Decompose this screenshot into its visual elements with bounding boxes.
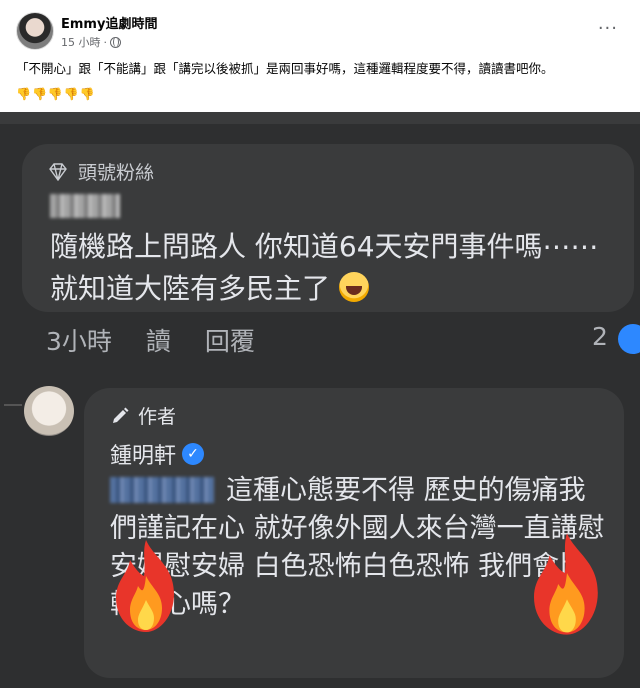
screenshot-top-border xyxy=(0,112,640,124)
laugh-icon xyxy=(338,272,369,302)
meta-separator: · xyxy=(103,35,108,49)
fire-icon xyxy=(534,533,598,635)
post-header: Emmy追劇時間 15 小時 · ··· 「不開心」跟「不能講」跟「講完以後被抓… xyxy=(0,0,640,112)
blurred-mention xyxy=(110,477,214,503)
reaction-count: 2 xyxy=(592,322,608,351)
author-badge-label: 作者 xyxy=(138,406,177,428)
top-fan-badge: 頭號粉絲 xyxy=(48,158,154,185)
post-time[interactable]: 15 小時 xyxy=(61,34,101,50)
verified-icon: ✓ xyxy=(182,443,205,465)
post-emojis: 👎👎👎👎👎 xyxy=(16,87,96,101)
pencil-icon xyxy=(113,407,129,423)
reply-name-row: 鍾明軒 ✓ xyxy=(110,438,205,470)
thread-line xyxy=(4,404,22,406)
read-button: 讀 xyxy=(145,327,171,356)
globe-icon xyxy=(110,36,121,48)
comment-1-body: 隨機路上問路人 你知道64天安門事件嗎⋯⋯ 就知道大陸有多民主了 xyxy=(50,230,599,305)
embedded-screenshot: 頭號粉絲 隨機路上問路人 你知道64天安門事件嗎⋯⋯ 就知道大陸有多民主了 3小… xyxy=(0,112,640,688)
more-options-button[interactable]: ··· xyxy=(598,18,618,39)
post-author[interactable]: Emmy追劇時間 xyxy=(61,13,157,32)
comment-1-actions: 3小時 讀 回覆 xyxy=(46,322,255,358)
post-meta: 15 小時 · xyxy=(61,34,121,50)
author-badge: 作者 xyxy=(110,402,176,429)
blurred-commenter-name xyxy=(50,194,120,218)
fire-icon xyxy=(116,540,174,632)
comment-1-time: 3小時 xyxy=(46,327,112,356)
reply-avatar xyxy=(24,386,74,436)
reply-author-name: 鍾明軒 xyxy=(110,444,177,469)
comment-text-1: 隨機路上問路人 你知道64天安門事件嗎⋯⋯ 就知道大陸有多民主了 xyxy=(50,226,620,310)
reply-button: 回覆 xyxy=(204,327,255,356)
post-text: 「不開心」跟「不能講」跟「講完以後被抓」是兩回事好嗎，這種邏輯程度要不得，讀讀書… xyxy=(16,61,554,76)
diamond-icon xyxy=(49,162,67,181)
like-icon xyxy=(618,324,640,354)
comment-bubble-1: 頭號粉絲 隨機路上問路人 你知道64天安門事件嗎⋯⋯ 就知道大陸有多民主了 xyxy=(22,144,634,312)
avatar[interactable] xyxy=(16,12,54,50)
badge-label: 頭號粉絲 xyxy=(78,162,155,184)
